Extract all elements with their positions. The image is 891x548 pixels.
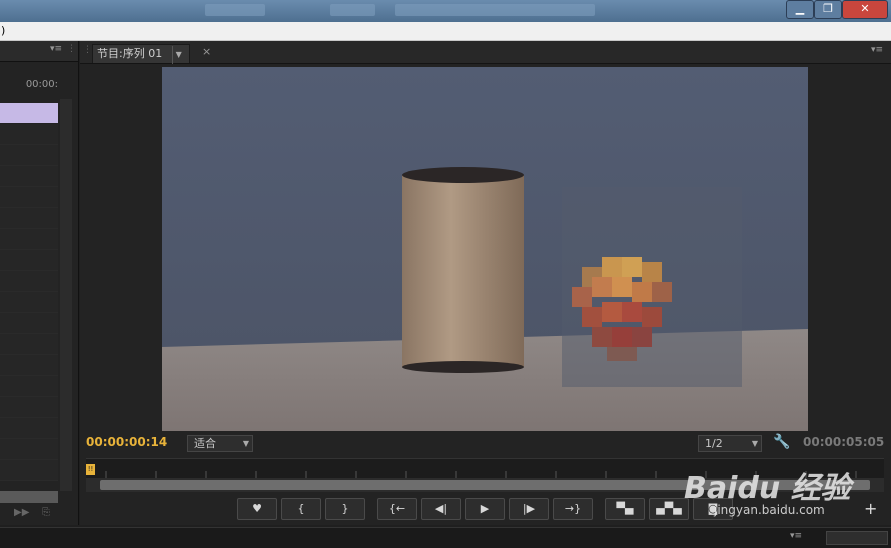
track-row[interactable] bbox=[0, 187, 58, 208]
playhead-marker[interactable]: !! bbox=[86, 464, 95, 475]
mark-out-button[interactable]: } bbox=[325, 498, 365, 520]
grip-icon[interactable]: ⋮ bbox=[83, 45, 92, 55]
extract-icon: ▄▀▄ bbox=[656, 502, 682, 515]
ruler-ticks bbox=[105, 471, 857, 479]
go-to-in-button[interactable]: {← bbox=[377, 498, 417, 520]
timeline-panel: ▾≡ ⋮ 00:00: ▶▶ ⎘ bbox=[0, 41, 79, 525]
title-blur bbox=[205, 4, 265, 16]
title-blur bbox=[330, 4, 375, 16]
menu-fragment: ) bbox=[1, 24, 6, 37]
timeline-time: 00:00: bbox=[25, 79, 58, 90]
track-row[interactable] bbox=[0, 145, 58, 166]
panel-menu-icon[interactable]: ▾≡ bbox=[871, 45, 883, 55]
export-frame-button[interactable]: ◙ bbox=[693, 498, 733, 520]
track-row[interactable] bbox=[0, 460, 58, 481]
track-row[interactable] bbox=[0, 208, 58, 229]
title-blur bbox=[395, 4, 595, 16]
panel-menu-icon[interactable]: ▾≡ bbox=[50, 44, 62, 54]
track-row[interactable] bbox=[0, 397, 58, 418]
go-to-out-button[interactable]: →} bbox=[553, 498, 593, 520]
fit-dropdown-value: 适合 bbox=[194, 437, 216, 450]
close-button[interactable]: ✕ bbox=[842, 0, 888, 19]
track-row[interactable] bbox=[0, 166, 58, 187]
wrench-icon[interactable]: 🔧 bbox=[773, 434, 790, 450]
lift-icon[interactable]: ⎘ bbox=[42, 507, 50, 518]
vertical-scrollbar[interactable] bbox=[60, 99, 72, 491]
track-row[interactable] bbox=[0, 439, 58, 460]
zoom-scrollbar-thumb[interactable] bbox=[100, 480, 870, 490]
add-marker-button[interactable]: ♥ bbox=[237, 498, 277, 520]
track-row[interactable] bbox=[0, 229, 58, 250]
track-row[interactable] bbox=[0, 124, 58, 145]
export-icon[interactable]: ▶▶ bbox=[14, 507, 29, 518]
panel-header: ▾≡ ⋮ bbox=[0, 41, 78, 62]
resolution-dropdown[interactable]: 1/2 ▼ bbox=[698, 435, 762, 452]
window-title-bar: ▁ ❐ ✕ bbox=[0, 0, 891, 22]
menu-bar: ) bbox=[0, 22, 891, 41]
track-row[interactable] bbox=[0, 250, 58, 271]
chevron-down-icon[interactable]: ▼ bbox=[171, 46, 185, 64]
grip-icon[interactable]: ⋮ bbox=[67, 44, 76, 54]
status-grip[interactable] bbox=[826, 531, 888, 545]
lift-button[interactable]: ▀▄ bbox=[605, 498, 645, 520]
chevron-down-icon: ▼ bbox=[242, 439, 249, 448]
camera-icon: ◙ bbox=[707, 502, 719, 515]
play-button[interactable]: ▶ bbox=[465, 498, 505, 520]
duration-timecode: 00:00:05:05 bbox=[803, 435, 885, 449]
resolution-value: 1/2 bbox=[705, 437, 723, 450]
current-timecode[interactable]: 00:00:00:14 bbox=[86, 435, 167, 449]
lift-icon: ▀▄ bbox=[616, 502, 634, 515]
maximize-button[interactable]: ❐ bbox=[814, 0, 842, 19]
mark-in-button[interactable]: { bbox=[281, 498, 321, 520]
video-still bbox=[162, 67, 808, 431]
button-editor-icon[interactable]: + bbox=[864, 499, 877, 518]
selected-track[interactable] bbox=[0, 103, 58, 123]
track-row[interactable] bbox=[0, 376, 58, 397]
program-monitor: ⋮ 节目:序列 01 ▼ × ▾≡ 00:00:00:14 适合 ▼ 1/2 ▼… bbox=[80, 41, 891, 525]
track-row[interactable] bbox=[0, 292, 58, 313]
tab-close-icon[interactable]: × bbox=[202, 45, 211, 58]
step-forward-button[interactable]: |▶ bbox=[509, 498, 549, 520]
panel-menu-icon[interactable]: ▾≡ bbox=[790, 531, 802, 541]
monitor-header: ⋮ 节目:序列 01 ▼ × ▾≡ bbox=[80, 41, 891, 64]
track-row[interactable] bbox=[0, 271, 58, 292]
chevron-down-icon: ▼ bbox=[751, 439, 758, 448]
track-row[interactable] bbox=[0, 418, 58, 439]
minimize-button[interactable]: ▁ bbox=[786, 0, 814, 19]
step-back-button[interactable]: ◀| bbox=[421, 498, 461, 520]
video-frame bbox=[162, 67, 808, 431]
time-ruler[interactable]: !! bbox=[86, 458, 884, 479]
track-row[interactable] bbox=[0, 355, 58, 376]
tab-program-sequence[interactable]: 节目:序列 01 ▼ bbox=[92, 44, 190, 64]
track-row[interactable] bbox=[0, 313, 58, 334]
tab-label: 节目:序列 01 bbox=[97, 47, 163, 60]
track-row[interactable] bbox=[0, 334, 58, 355]
extract-button[interactable]: ▄▀▄ bbox=[649, 498, 689, 520]
fit-dropdown[interactable]: 适合 ▼ bbox=[187, 435, 253, 452]
zoom-scrollbar[interactable] bbox=[86, 478, 884, 492]
horizontal-scrollbar[interactable] bbox=[0, 491, 58, 503]
status-bar: ▾≡ bbox=[0, 527, 891, 548]
